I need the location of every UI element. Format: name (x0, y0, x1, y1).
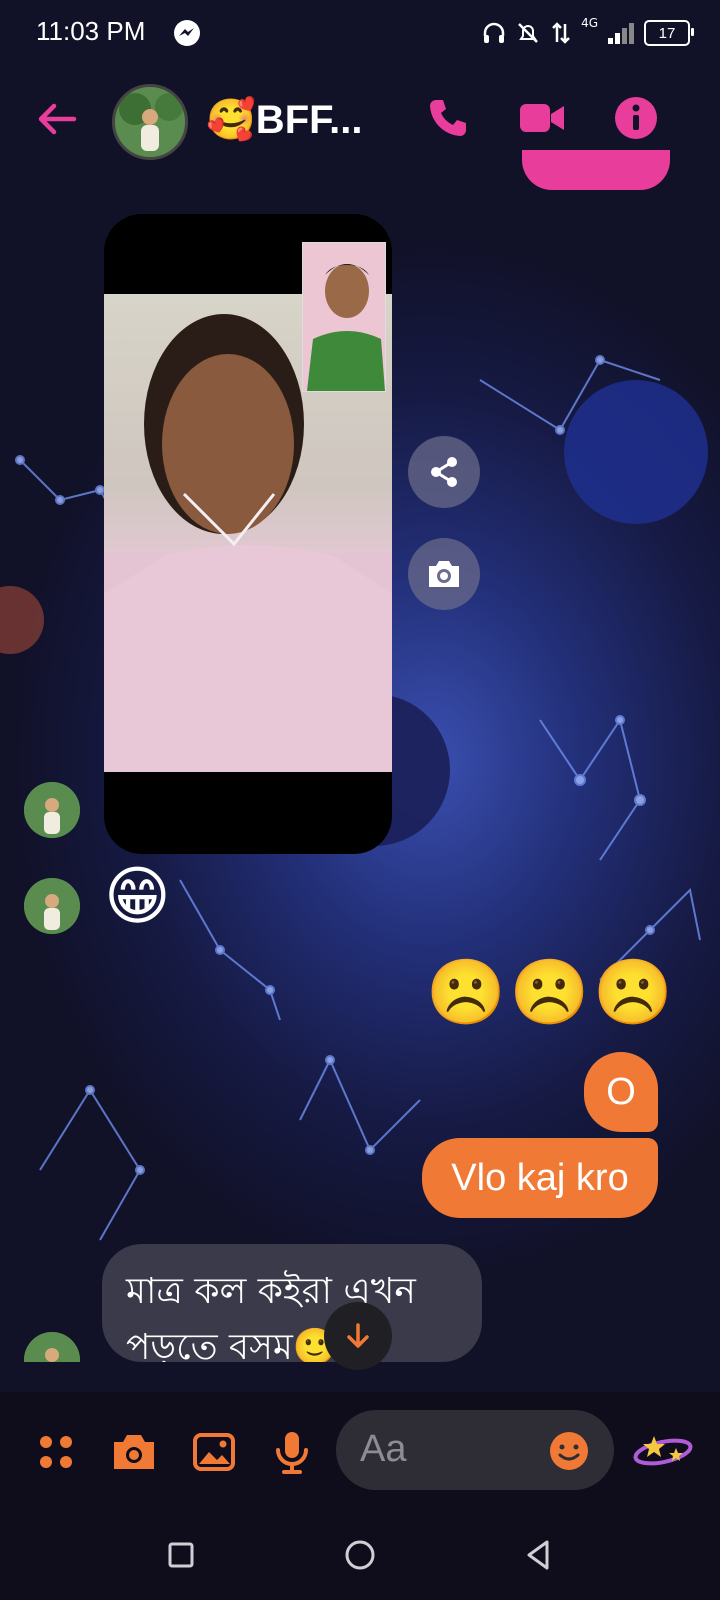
sad-emoji-message[interactable]: ☹️☹️☹️ (426, 958, 677, 1028)
sent-message[interactable]: O (584, 1052, 658, 1132)
message-text: O (606, 1070, 636, 1113)
avatar-photo (115, 87, 185, 157)
more-actions-icon[interactable] (32, 1428, 80, 1476)
received-message[interactable]: মাত্র কল কইরা এখন পড়তে বসম🙂 (102, 1244, 482, 1362)
status-bar: 11:03 PM 4G 17 (0, 0, 720, 64)
save-photo-button[interactable] (408, 538, 480, 610)
message-input[interactable]: Aa (336, 1410, 614, 1490)
network-type: 4G (581, 16, 598, 30)
scroll-to-bottom-button[interactable] (324, 1302, 392, 1370)
contact-avatar[interactable] (112, 84, 188, 160)
message-text: Vlo kaj kro (451, 1156, 629, 1199)
avatar-photo (24, 782, 80, 838)
phone-call-icon[interactable] (424, 94, 472, 142)
data-transfer-icon (552, 22, 570, 44)
signal-icon (608, 23, 634, 44)
grin-emoji-message[interactable]: 😁 (104, 862, 171, 932)
previous-message-bubble (522, 150, 670, 190)
back-nav-icon[interactable] (514, 1530, 564, 1580)
video-call-icon[interactable] (518, 94, 566, 142)
video-pip-frame (302, 242, 386, 392)
shared-image[interactable] (104, 214, 392, 854)
back-arrow-icon[interactable] (34, 96, 80, 142)
battery-icon: 17 (644, 20, 694, 46)
share-button[interactable] (408, 436, 480, 508)
galaxy-theme-icon[interactable] (632, 1428, 694, 1476)
camera-icon[interactable] (110, 1428, 158, 1476)
mute-bell-icon (518, 23, 538, 43)
camera-icon (429, 561, 459, 587)
status-icons: 4G 17 (481, 16, 694, 50)
sent-message[interactable]: Vlo kaj kro (422, 1138, 658, 1218)
composer-bar: Aa (0, 1392, 720, 1512)
recent-apps-icon[interactable] (156, 1530, 206, 1580)
sender-avatar[interactable] (24, 782, 80, 838)
home-icon[interactable] (335, 1530, 385, 1580)
pip-figure (303, 243, 385, 391)
microphone-icon[interactable] (268, 1428, 316, 1476)
emoji-icon[interactable] (548, 1430, 590, 1472)
info-icon[interactable] (612, 94, 660, 142)
sender-avatar[interactable] (24, 878, 80, 934)
arrow-down-icon (347, 1323, 369, 1348)
share-icon (431, 457, 457, 487)
message-input-placeholder: Aa (360, 1428, 407, 1470)
avatar-photo (24, 878, 80, 934)
gallery-icon[interactable] (190, 1428, 238, 1476)
headphones-icon (483, 22, 505, 43)
messenger-icon (174, 20, 200, 46)
contact-name[interactable]: 🥰BFF... (206, 96, 362, 143)
system-navigation-bar (0, 1512, 720, 1600)
battery-level: 17 (658, 24, 676, 42)
status-time: 11:03 PM (36, 16, 146, 46)
